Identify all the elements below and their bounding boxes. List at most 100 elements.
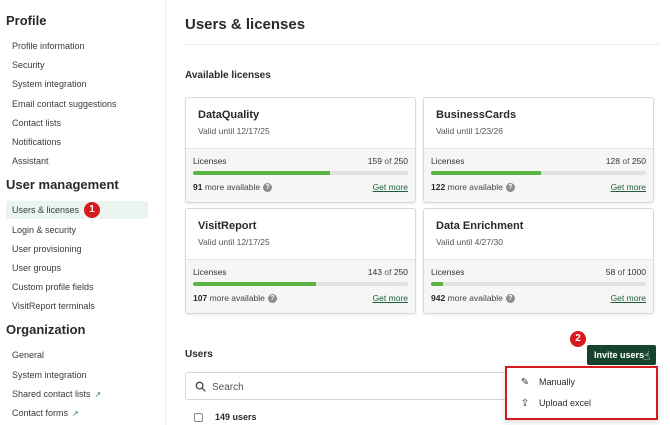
help-icon[interactable]: ? xyxy=(505,183,515,193)
licenses-more-available: 91 more available? xyxy=(193,182,273,193)
page-title: Users & licenses xyxy=(185,16,306,33)
license-card-visitreport: VisitReport Valid until 12/17/25 License… xyxy=(185,208,416,314)
upload-icon: ⇪ xyxy=(520,398,530,409)
search-input[interactable] xyxy=(212,378,502,396)
licenses-label: Licenses xyxy=(193,267,227,277)
more-count: 91 xyxy=(193,182,203,192)
license-footer: Licenses 58 of 1000 942 more available? … xyxy=(424,259,653,313)
licenses-of: of xyxy=(622,156,630,166)
license-progress-fill xyxy=(193,171,330,175)
sidebar-item-email-contact-suggestions[interactable]: Email contact suggestions xyxy=(6,95,148,113)
sidebar-item-custom-profile-fields[interactable]: Custom profile fields xyxy=(6,278,148,296)
get-more-link[interactable]: Get more xyxy=(611,293,646,303)
licenses-more-available: 942 more available? xyxy=(431,293,515,304)
license-name: BusinessCards xyxy=(436,109,517,121)
external-link-icon: ↗ xyxy=(94,390,102,399)
sidebar-item-user-groups[interactable]: User groups xyxy=(6,259,148,277)
sidebar-item-assistant[interactable]: Assistant xyxy=(6,152,148,170)
licenses-used: 128 xyxy=(605,156,620,166)
license-valid-until: Valid until 12/17/25 xyxy=(198,237,270,247)
help-icon[interactable]: ? xyxy=(267,294,277,304)
more-count: 122 xyxy=(431,182,446,192)
section-heading-profile: Profile xyxy=(6,13,47,28)
license-footer: Licenses 143 of 250 107 more available? … xyxy=(186,259,415,313)
licenses-used: 159 xyxy=(367,156,382,166)
sidebar-item-label: Contact forms xyxy=(12,408,69,418)
license-progress-bar xyxy=(431,171,646,175)
licenses-label: Licenses xyxy=(431,267,465,277)
sidebar-item-user-provisioning[interactable]: User provisioning xyxy=(6,240,148,258)
invite-users-label: Invite users xyxy=(594,350,645,360)
license-card-dataquality: DataQuality Valid until 12/17/25 License… xyxy=(185,97,416,203)
more-count: 107 xyxy=(193,293,208,303)
hand-cursor-icon: ☝ xyxy=(643,349,651,363)
section-heading-user-management: User management xyxy=(6,177,119,192)
search-field xyxy=(185,372,515,400)
sidebar-item-login-security[interactable]: Login & security xyxy=(6,221,148,239)
annotation-badge-2: 2 xyxy=(570,331,586,347)
sidebar-item-contact-lists[interactable]: Contact lists xyxy=(6,114,148,132)
sidebar-item-visitreport-terminals[interactable]: VisitReport terminals xyxy=(6,297,148,315)
license-progress-bar xyxy=(193,282,408,286)
license-valid-until: Valid until 1/23/26 xyxy=(436,126,503,136)
section-heading-organization: Organization xyxy=(6,322,86,337)
menu-item-label: Upload excel xyxy=(539,398,592,408)
sidebar-item-security[interactable]: Security xyxy=(6,56,148,74)
license-progress-bar xyxy=(431,282,646,286)
sidebar-item-users-licenses[interactable]: Users & licenses xyxy=(6,201,148,219)
sidebar-item-org-system-integration[interactable]: System integration xyxy=(6,366,148,384)
license-progress-fill xyxy=(431,171,542,175)
sidebar-item-label: Shared contact lists xyxy=(12,389,91,399)
menu-item-label: Manually xyxy=(539,377,576,387)
licenses-used: 143 xyxy=(367,267,382,277)
select-all-checkbox[interactable] xyxy=(194,413,203,422)
help-icon[interactable]: ? xyxy=(505,294,515,304)
sidebar-item-shared-contact-lists[interactable]: Shared contact lists ↗ xyxy=(6,385,148,403)
licenses-total: 250 xyxy=(393,267,408,277)
users-count: 149 users xyxy=(215,412,257,422)
menu-item-upload-excel[interactable]: ⇪ Upload excel xyxy=(519,395,591,411)
sidebar: Profile Profile information Security Sys… xyxy=(0,0,166,425)
invite-dropdown-menu: ✎ Manually ⇪ Upload excel xyxy=(505,366,658,420)
license-valid-until: Valid until 12/17/25 xyxy=(198,126,270,136)
licenses-total: 1000 xyxy=(627,267,646,277)
get-more-link[interactable]: Get more xyxy=(373,182,408,192)
licenses-more-available: 122 more available? xyxy=(431,182,515,193)
more-text: more available xyxy=(204,182,261,192)
licenses-used: 58 xyxy=(605,267,616,277)
more-text: more available xyxy=(447,182,503,192)
sidebar-item-profile-information[interactable]: Profile information xyxy=(6,37,148,55)
license-card-data-enrichment: Data Enrichment Valid until 4/27/30 Lice… xyxy=(423,208,654,314)
license-name: Data Enrichment xyxy=(436,220,524,232)
annotation-badge-1: 1 xyxy=(84,202,100,218)
help-icon[interactable]: ? xyxy=(263,183,273,193)
licenses-more-available: 107 more available? xyxy=(193,293,277,304)
license-name: DataQuality xyxy=(198,109,260,121)
sidebar-item-contact-forms[interactable]: Contact forms ↗ xyxy=(6,404,148,422)
more-text: more available xyxy=(209,293,265,303)
sidebar-item-system-integration[interactable]: System integration xyxy=(6,75,148,93)
license-progress-bar xyxy=(193,171,408,175)
license-progress-fill xyxy=(431,282,444,286)
licenses-of: of xyxy=(384,156,392,166)
licenses-total: 250 xyxy=(631,156,646,166)
external-link-icon: ↗ xyxy=(72,409,79,418)
licenses-count: 128 of 250 xyxy=(606,156,646,166)
licenses-count: 58 of 1000 xyxy=(606,267,646,277)
license-footer: Licenses 128 of 250 122 more available? … xyxy=(424,148,653,202)
more-count: 942 xyxy=(431,293,446,303)
license-footer: Licenses 159 of 250 91 more available? G… xyxy=(186,148,415,202)
menu-item-manually[interactable]: ✎ Manually xyxy=(519,374,575,390)
search-icon xyxy=(195,381,206,392)
divider xyxy=(185,44,660,45)
more-text: more available xyxy=(447,293,503,303)
licenses-count: 143 of 250 xyxy=(368,267,408,277)
available-licenses-heading: Available licenses xyxy=(185,70,271,81)
sidebar-item-notifications[interactable]: Notifications xyxy=(6,133,148,151)
license-name: VisitReport xyxy=(198,220,257,232)
licenses-of: of xyxy=(617,267,625,277)
get-more-link[interactable]: Get more xyxy=(373,293,408,303)
get-more-link[interactable]: Get more xyxy=(611,182,646,192)
license-valid-until: Valid until 4/27/30 xyxy=(436,237,503,247)
sidebar-item-general[interactable]: General xyxy=(6,346,148,364)
